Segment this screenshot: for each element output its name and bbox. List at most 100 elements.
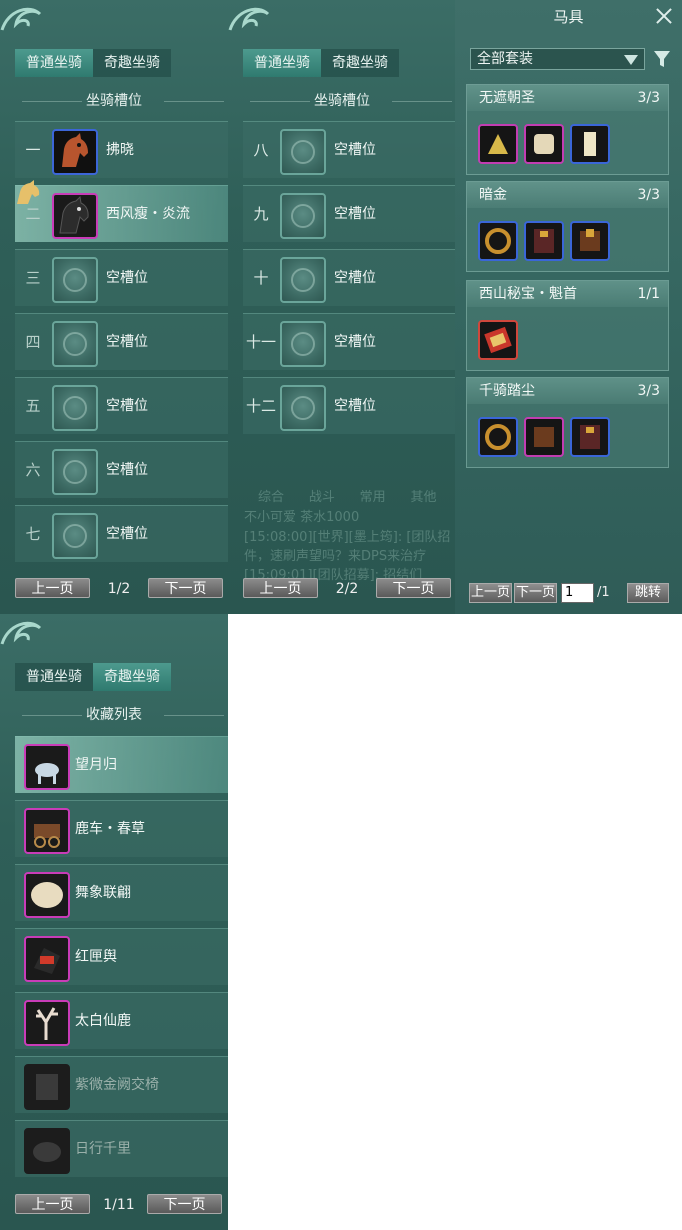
tab-fun-mounts[interactable]: 奇趣坐骑 <box>321 49 399 77</box>
empty-slot-icon <box>280 129 326 175</box>
jump-button[interactable]: 跳转 <box>627 583 669 603</box>
mount-slot[interactable]: 七 空槽位 <box>15 505 228 562</box>
mount-slot[interactable]: 十一 空槽位 <box>243 313 455 370</box>
empty-slot-icon <box>52 385 98 431</box>
slot-number: 十二 <box>245 397 276 415</box>
slot-mount-name: 拂晓 <box>106 142 134 158</box>
empty-slot-icon <box>52 513 98 559</box>
prev-page-button[interactable]: 上一页 <box>243 578 318 598</box>
slot-mount-name: 空槽位 <box>106 398 148 414</box>
gear-item-icon[interactable] <box>478 221 518 261</box>
gear-set-header[interactable]: 暗金 3/3 <box>467 182 668 208</box>
tab-normal-mounts[interactable]: 普通坐骑 <box>243 49 321 77</box>
tab-normal-mounts[interactable]: 普通坐骑 <box>15 49 93 77</box>
gear-set: 千骑踏尘 3/3 <box>466 377 669 468</box>
close-icon[interactable] <box>654 6 674 26</box>
chat-tab-common[interactable]: 常用 <box>360 490 386 505</box>
dropdown-value: 全部套装 <box>477 51 533 67</box>
scroll-item-icon[interactable] <box>478 320 518 360</box>
gear-set-header[interactable]: 千骑踏尘 3/3 <box>467 378 668 404</box>
pagination: 上一页 1/11 下一页 <box>15 1194 223 1216</box>
collection-item[interactable]: 舞象联翩 <box>15 864 228 921</box>
mount-slot[interactable]: 六 空槽位 <box>15 441 228 498</box>
empty-slot-icon <box>280 385 326 431</box>
mount-slot[interactable]: 一 拂晓 <box>15 121 228 178</box>
collection-item-name: 红匣舆 <box>75 949 117 965</box>
slot-mount-name: 空槽位 <box>334 270 376 286</box>
collection-item-name: 太白仙鹿 <box>75 1013 131 1029</box>
gear-set-count: 1/1 <box>637 286 660 302</box>
next-page-button[interactable]: 下一页 <box>376 578 451 598</box>
gear-set-header[interactable]: 无遮朝圣 3/3 <box>467 85 668 111</box>
slot-number: 九 <box>253 205 269 223</box>
collection-item-selected[interactable]: 望月归 <box>15 736 228 793</box>
chat-line: 不小可爱 茶水1000 <box>244 510 360 525</box>
section-title: 坐骑槽位 <box>0 90 228 112</box>
mount-slot[interactable]: 八 空槽位 <box>243 121 455 178</box>
gear-item-icon[interactable] <box>478 124 518 164</box>
gear-item-icon[interactable] <box>524 417 564 457</box>
next-page-button[interactable]: 下一页 <box>148 578 223 598</box>
gear-set: 无遮朝圣 3/3 <box>466 84 669 175</box>
prev-page-button[interactable]: 上一页 <box>15 578 90 598</box>
gear-item-icon[interactable] <box>570 417 610 457</box>
collection-item-locked[interactable]: 紫微金阙交椅 <box>15 1056 228 1113</box>
chat-tab-other[interactable]: 其他 <box>410 490 436 505</box>
gear-set-count: 3/3 <box>637 187 660 203</box>
page-number-input[interactable]: 1 <box>561 583 594 603</box>
tab-fun-mounts[interactable]: 奇趣坐骑 <box>93 663 171 691</box>
collection-item-locked[interactable]: 日行千里 <box>15 1120 228 1177</box>
mount-slot[interactable]: 九 空槽位 <box>243 185 455 242</box>
prev-page-button[interactable]: 上一页 <box>469 583 512 603</box>
slot-number: 十一 <box>245 333 276 351</box>
filter-icon[interactable] <box>653 50 671 68</box>
empty-slot-icon <box>52 449 98 495</box>
prev-page-button[interactable]: 上一页 <box>15 1194 90 1214</box>
gear-set: 暗金 3/3 <box>466 181 669 272</box>
gear-set-name: 无遮朝圣 <box>479 90 535 106</box>
mount-slots-panel-page2: 普通坐骑 奇趣坐骑 坐骑槽位 八 空槽位 九 空槽位 十 空槽位 十一 空槽位 … <box>228 0 455 614</box>
next-page-button[interactable]: 下一页 <box>514 583 557 603</box>
chat-tab-general[interactable]: 综合 <box>258 490 284 505</box>
mount-type-tabs: 普通坐骑 奇趣坐骑 <box>15 49 171 77</box>
pagination: 上一页 2/2 下一页 <box>243 578 451 600</box>
slot-number: 三 <box>25 269 41 287</box>
page-indicator: 1/2 <box>107 581 131 597</box>
mount-slot-selected[interactable]: 二 西风瘦・炎流 <box>15 180 228 242</box>
tab-normal-mounts[interactable]: 普通坐骑 <box>15 663 93 691</box>
collection-item[interactable]: 鹿车・春草 <box>15 800 228 857</box>
tab-fun-mounts[interactable]: 奇趣坐骑 <box>93 49 171 77</box>
collection-item-name: 日行千里 <box>75 1141 131 1157</box>
gear-item-icon[interactable] <box>570 124 610 164</box>
chat-tabs: 综合 战斗 常用 其他 <box>258 486 436 505</box>
slot-number: 二 <box>25 205 41 223</box>
collection-item[interactable]: 太白仙鹿 <box>15 992 228 1049</box>
chat-line: 件，速刷声望吗？来DPS来治疗 <box>244 549 427 564</box>
gear-set-count: 3/3 <box>637 90 660 106</box>
chat-line: [15:08:00][世界][墨上筠]: [团队招 <box>244 530 451 545</box>
mount-slot[interactable]: 十二 空槽位 <box>243 377 455 434</box>
gear-set-header[interactable]: 西山秘宝・魁首 1/1 <box>467 281 668 307</box>
gear-item-icon[interactable] <box>524 221 564 261</box>
mount-slot[interactable]: 五 空槽位 <box>15 377 228 434</box>
slot-mount-name: 空槽位 <box>334 398 376 414</box>
set-filter-dropdown[interactable]: 全部套装 <box>470 48 645 70</box>
page-indicator: 2/2 <box>335 581 359 597</box>
swift-horse-icon <box>24 1128 70 1174</box>
gear-item-icon[interactable] <box>524 124 564 164</box>
gear-item-icon[interactable] <box>570 221 610 261</box>
slot-mount-name: 空槽位 <box>334 142 376 158</box>
gear-item-icon[interactable] <box>478 417 518 457</box>
pagination: 上一页 1/2 下一页 <box>15 578 223 600</box>
gear-set-name: 西山秘宝・魁首 <box>479 286 577 302</box>
panel-title: 马具 <box>553 8 584 26</box>
slot-mount-name: 空槽位 <box>334 334 376 350</box>
cloud-ornament-icon <box>0 621 42 645</box>
chat-tab-combat[interactable]: 战斗 <box>309 490 335 505</box>
mount-slot[interactable]: 三 空槽位 <box>15 249 228 306</box>
mount-slot[interactable]: 十 空槽位 <box>243 249 455 306</box>
collection-item[interactable]: 红匣舆 <box>15 928 228 985</box>
gear-set-name: 暗金 <box>479 187 507 203</box>
mount-slot[interactable]: 四 空槽位 <box>15 313 228 370</box>
next-page-button[interactable]: 下一页 <box>147 1194 222 1214</box>
